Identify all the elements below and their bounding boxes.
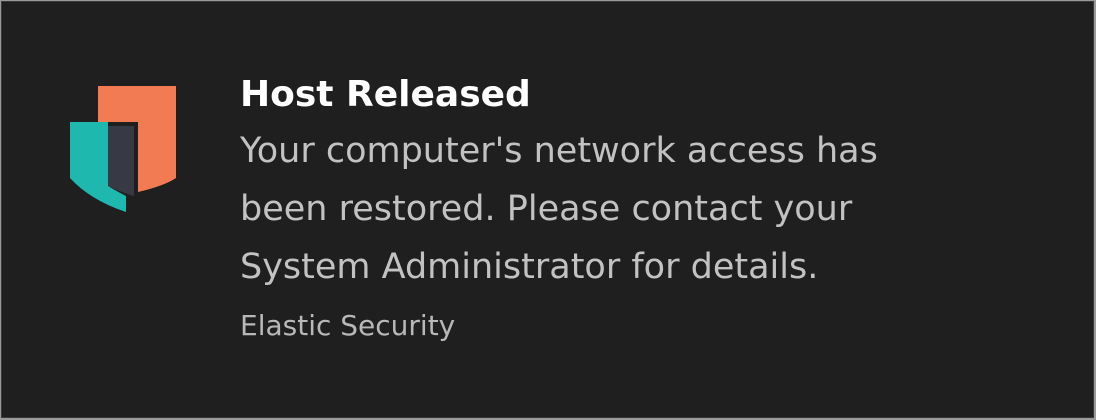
notification-title: Host Released [240,74,531,115]
elastic-security-logo-icon [70,86,176,212]
notification-body: Your computer's network access has been … [240,122,1000,296]
notification-body-line: been restored. Please contact your [240,189,853,229]
logo-dark-shape [108,126,134,196]
notification-body-line: Your computer's network access has [240,131,878,171]
notification-content: Host Released Your computer's network ac… [240,68,1060,346]
toast-notification[interactable]: Host Released Your computer's network ac… [1,1,1094,418]
notification-source: Elastic Security [240,309,456,342]
notification-body-line: System Administrator for details. [240,247,819,287]
